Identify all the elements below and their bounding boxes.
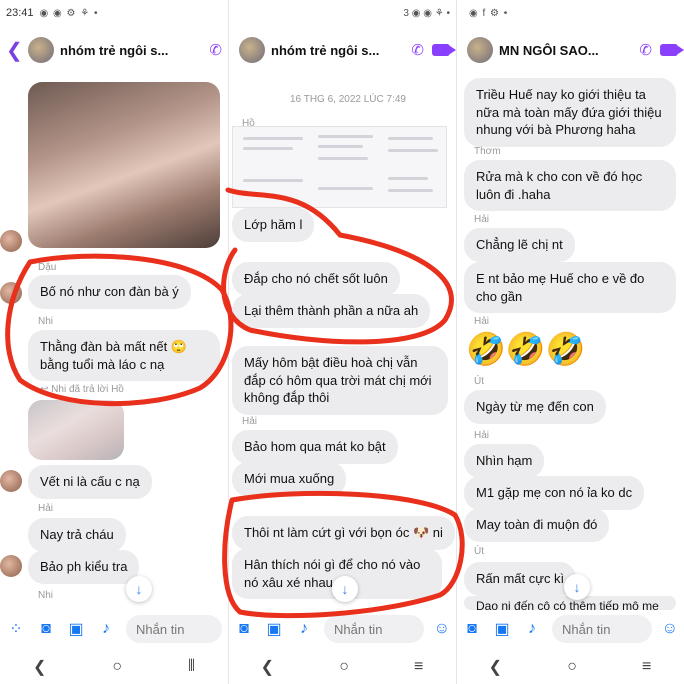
phone-icon[interactable]: ✆ (209, 41, 222, 59)
sender-name: Dậu (38, 262, 57, 273)
nav-recents-icon[interactable]: ≡ (414, 658, 423, 676)
chat-header: nhóm trẻ ngôi s... ✆ (229, 30, 456, 70)
status-bar: ◉ f ⚙ • (457, 0, 684, 26)
sender-name: Hải (242, 416, 258, 427)
group-avatar[interactable] (28, 37, 54, 63)
chat-header: MN NGÔI SAO... ✆ (457, 30, 684, 70)
video-camera-icon[interactable] (432, 44, 456, 56)
avatar (0, 555, 22, 577)
reply-note: ↩ Nhi đã trả lời Hồ (40, 384, 124, 395)
microphone-icon[interactable]: ♪ (96, 620, 116, 638)
message-bubble[interactable]: Bảo hom qua mát ko bật (232, 430, 398, 464)
message-bubble[interactable]: Vết ni là cấu c nạ (28, 465, 152, 499)
message-bubble[interactable]: Mấy hôm bật điều hoà chị vẫn đắp có hôm … (232, 346, 448, 415)
phone-icon[interactable]: ✆ (411, 41, 424, 59)
system-nav-bar: ❮ ○ ≡ (228, 650, 456, 684)
sender-name: Hải (474, 430, 490, 441)
date-divider: 16 THG 6, 2022 LÚC 7:49 (290, 94, 406, 105)
nav-home-icon[interactable]: ○ (112, 658, 122, 676)
nav-recents-icon[interactable]: ≡ (642, 658, 651, 676)
chat-panel-1: 23:41 ◉ ◉ ⚙ ⚘ • ❮ nhóm trẻ ngôi s... ✆ D… (0, 0, 228, 684)
message-bubble[interactable]: Lớp hăm l (232, 208, 315, 242)
message-bubble[interactable]: Rửa mà k cho con về đó học luôn đi .haha (464, 160, 676, 212)
avatar (0, 470, 22, 492)
avatar (0, 230, 22, 252)
message-bubble[interactable]: Mới mua xuống (232, 462, 347, 496)
sender-name: Hải (474, 316, 490, 327)
nav-recents-icon[interactable]: ⦀ (188, 658, 195, 676)
message-input[interactable]: Nhắn tin (126, 615, 222, 643)
emoji-icon[interactable]: ☺ (662, 620, 678, 638)
chat-title[interactable]: nhóm trẻ ngôi s... (60, 43, 201, 58)
sender-name: Hải (38, 503, 54, 514)
sender-name: Hải (474, 214, 490, 225)
microphone-icon[interactable]: ♪ (522, 620, 542, 638)
nav-home-icon[interactable]: ○ (339, 658, 349, 676)
grid-icon[interactable]: ⁘ (6, 619, 26, 639)
image-icon[interactable]: ▣ (492, 619, 512, 639)
status-bar: 23:41 ◉ ◉ ⚙ ⚘ • (0, 0, 228, 26)
message-bubble[interactable]: Bảo ph kiểu tra (28, 550, 140, 584)
status-icons: ◉ f ⚙ • (469, 7, 509, 19)
message-bubble[interactable]: Nay trả cháu (28, 518, 126, 552)
video-camera-icon[interactable] (660, 44, 684, 56)
message-input[interactable]: Nhắn tin (552, 615, 652, 643)
chat-title[interactable]: nhóm trẻ ngôi s... (271, 43, 403, 58)
message-bubble[interactable]: Rấn mất cực kì (464, 562, 577, 596)
scroll-down-icon[interactable]: ↓ (564, 574, 590, 600)
message-bubble[interactable]: Nhìn hạm (464, 444, 545, 478)
message-bubble[interactable]: Lại thêm thành phần a nữa ah (232, 294, 431, 328)
system-nav-bar: ❮ ○ ⦀ (0, 650, 228, 684)
message-bubble[interactable]: Chẳng lẽ chị nt (464, 228, 575, 262)
avatar (0, 282, 22, 304)
message-bubble[interactable]: Đắp cho nó chết sốt luôn (232, 262, 400, 296)
group-avatar[interactable] (239, 37, 265, 63)
message-bubble[interactable]: Ngày từ mẹ đến con (464, 390, 606, 424)
scroll-down-icon[interactable]: ↓ (126, 576, 152, 602)
nav-back-icon[interactable]: ❮ (489, 657, 502, 677)
camera-icon[interactable]: ◙ (36, 620, 56, 638)
sender-name: Nhi (38, 316, 54, 327)
message-bubble[interactable]: Bố nó như con đàn bà ý (28, 275, 191, 309)
laughing-emoji-message[interactable]: 🤣🤣🤣 (466, 330, 586, 368)
microphone-icon[interactable]: ♪ (294, 620, 314, 638)
camera-icon[interactable]: ◙ (462, 620, 482, 638)
group-avatar[interactable] (467, 37, 493, 63)
sender-name: Thơm (474, 146, 501, 157)
nav-back-icon[interactable]: ❮ (261, 657, 274, 677)
composer-bar: ⁘ ◙ ▣ ♪ Nhắn tin (0, 612, 228, 646)
image-icon[interactable]: ▣ (66, 619, 86, 639)
composer-bar: ◙ ▣ ♪ Nhắn tin ☺ (456, 612, 684, 646)
message-bubble[interactable]: E nt bảo mẹ Huế cho e về đo cho gần (464, 262, 676, 314)
chat-header: ❮ nhóm trẻ ngôi s... ✆ (0, 30, 228, 70)
message-bubble[interactable]: Thằng đàn bà mất nết 🙄 bằng tuổi mà láo … (28, 330, 220, 382)
message-bubble[interactable]: May toàn đi muộn đó (464, 508, 610, 542)
emoji-icon[interactable]: ☺ (434, 620, 450, 638)
back-arrow-icon[interactable]: ❮ (6, 38, 24, 63)
message-input[interactable]: Nhắn tin (324, 615, 424, 643)
shared-photo[interactable] (28, 400, 124, 460)
shared-screenshot[interactable] (232, 126, 447, 208)
nav-home-icon[interactable]: ○ (567, 658, 577, 676)
camera-icon[interactable]: ◙ (234, 620, 254, 638)
shared-photo[interactable] (28, 82, 220, 248)
message-bubble[interactable]: Thôi nt làm cứt gì với bọn óc 🐶 ni (232, 516, 455, 550)
status-time: 23:41 (6, 7, 34, 19)
phone-icon[interactable]: ✆ (639, 41, 652, 59)
status-icons: 3 ◉ ◉ ⚘ • (403, 7, 450, 19)
sender-name: Út (474, 376, 484, 387)
image-icon[interactable]: ▣ (264, 619, 284, 639)
system-nav-bar: ❮ ○ ≡ (456, 650, 684, 684)
message-bubble[interactable]: M1 gặp mẹ con nó ỉa ko dc (464, 476, 645, 510)
composer-bar: ◙ ▣ ♪ Nhắn tin ☺ (228, 612, 456, 646)
sender-name: Út (474, 546, 484, 557)
chat-title[interactable]: MN NGÔI SAO... (499, 43, 631, 58)
status-bar: 3 ◉ ◉ ⚘ • (229, 0, 456, 26)
nav-back-icon[interactable]: ❮ (33, 657, 46, 677)
status-icons: ◉ ◉ ⚙ ⚘ • (39, 7, 99, 19)
scroll-down-icon[interactable]: ↓ (332, 576, 358, 602)
sender-name: Nhi (38, 590, 54, 601)
message-bubble[interactable]: Triều Huế nay ko giới thiệu ta nữa mà to… (464, 78, 676, 147)
